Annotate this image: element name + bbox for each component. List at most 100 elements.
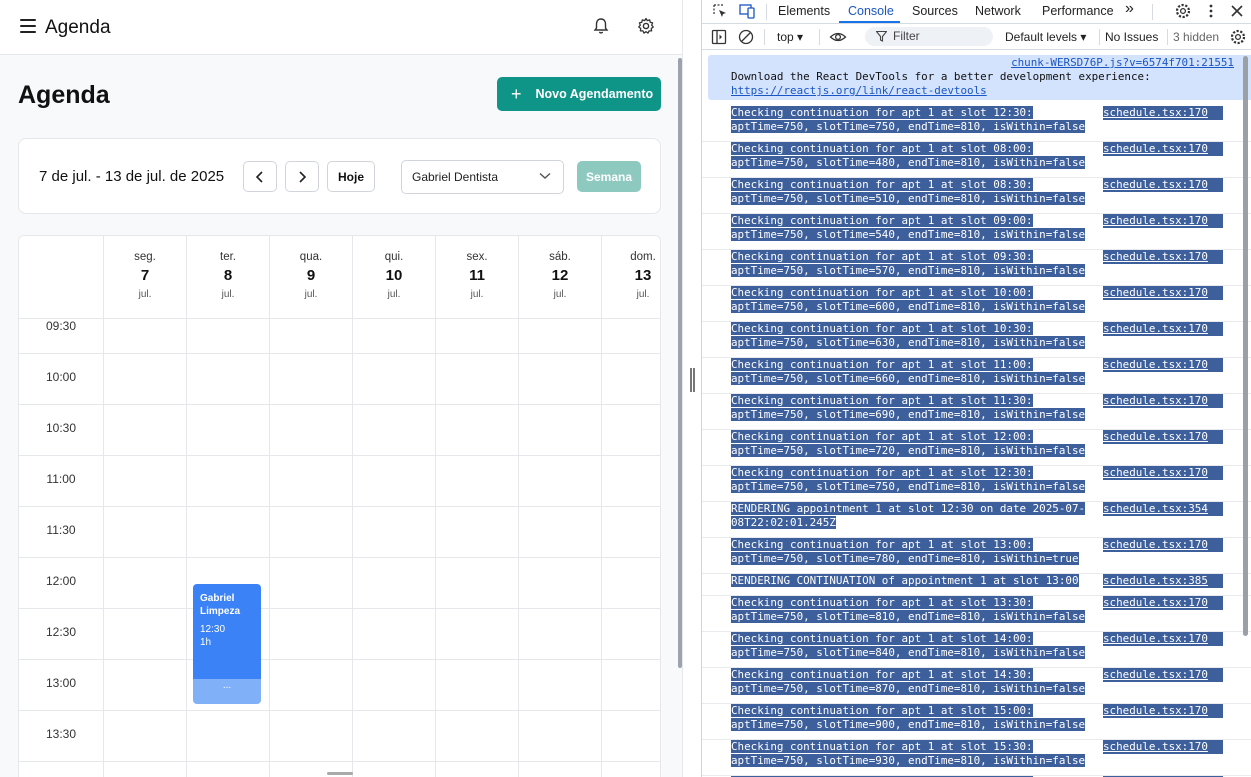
drag-handle-icon[interactable]	[690, 368, 695, 392]
day-month: jul.	[553, 289, 567, 300]
resize-handle[interactable]	[327, 772, 353, 775]
console-log-row: Checking continuation for apt 1 at slot …	[702, 322, 1251, 358]
log-message: Checking continuation for apt 1 at slot …	[731, 322, 1097, 350]
day-number: 11	[469, 267, 485, 284]
log-line-2: aptTime=750, slotTime=930, endTime=810, …	[731, 754, 1086, 767]
clear-console-icon[interactable]	[737, 28, 755, 46]
chevron-left-icon	[255, 170, 263, 183]
log-source-link[interactable]: schedule.tsx:385	[1103, 574, 1223, 588]
info-message: Download the React DevTools for a better…	[731, 70, 1151, 83]
log-message: Checking continuation for apt 1 at slot …	[731, 430, 1097, 458]
tab-network[interactable]: Network	[975, 4, 1021, 18]
log-source-link[interactable]: schedule.tsx:170	[1103, 178, 1223, 192]
time-slot-row[interactable]	[19, 711, 660, 762]
filter-placeholder: Filter	[893, 29, 920, 43]
calendar-grid: 09:30 10:00 10:30 11:00 11:30 12:00 12:30 13:00…	[19, 319, 660, 777]
appointment-continuation[interactable]: ...	[193, 679, 261, 704]
log-source-link[interactable]: schedule.tsx:354	[1103, 502, 1223, 516]
log-message: Checking continuation for apt 1 at slot …	[731, 142, 1097, 170]
log-line-2: aptTime=750, slotTime=840, endTime=810, …	[731, 646, 1086, 659]
device-toolbar-icon[interactable]	[738, 2, 756, 20]
day-name: sex.	[466, 251, 488, 263]
log-line-1: Checking continuation for apt 1 at slot …	[731, 466, 1033, 479]
time-label: 12:30	[45, 625, 77, 639]
log-source-link[interactable]: schedule.tsx:170	[1103, 740, 1223, 754]
log-message: Checking continuation for apt 1 at slot …	[731, 178, 1097, 206]
log-source-link[interactable]: schedule.tsx:170	[1103, 596, 1223, 610]
time-slot-row[interactable]	[19, 660, 660, 711]
console-log-row: Checking continuation for apt 1 at slot …	[702, 740, 1251, 776]
console-settings-icon[interactable]	[1229, 28, 1247, 46]
time-slot-row[interactable]	[19, 558, 660, 609]
console-output: chunk-WERSD76P.js?v=6574f701:21551 Downl…	[702, 50, 1251, 777]
console-filter-input[interactable]: Filter	[865, 27, 993, 46]
panel-divider[interactable]	[682, 0, 702, 777]
separator	[1167, 29, 1168, 45]
log-source-link[interactable]: schedule.tsx:170	[1103, 358, 1223, 372]
more-tabs-icon[interactable]: »	[1125, 0, 1134, 18]
log-line-1: Checking continuation for apt 1 at slot …	[731, 106, 1033, 119]
log-source-link[interactable]: schedule.tsx:170	[1103, 214, 1223, 228]
professional-select[interactable]: Gabriel Dentista	[401, 160, 564, 194]
appointment-title: Gabriel Limpeza	[200, 593, 241, 617]
log-source-link[interactable]: schedule.tsx:170	[1103, 466, 1223, 480]
log-source-link[interactable]: schedule.tsx:170	[1103, 632, 1223, 646]
console-scrollbar[interactable]	[1243, 56, 1248, 636]
log-line-1: RENDERING CONTINUATION of appointment 1 …	[731, 574, 1079, 587]
gear-icon[interactable]	[636, 16, 656, 36]
inspect-element-icon[interactable]	[711, 2, 729, 20]
log-message: Checking continuation for apt 1 at slot …	[731, 596, 1097, 624]
issues-button[interactable]: No Issues	[1105, 30, 1158, 44]
appointment-card[interactable]: Gabriel Limpeza 12:30 1h	[193, 584, 261, 679]
menu-icon[interactable]	[20, 19, 36, 33]
log-source-link[interactable]: schedule.tsx:170	[1103, 704, 1223, 718]
log-source-link[interactable]: schedule.tsx:170	[1103, 394, 1223, 408]
sidebar-toggle-icon[interactable]	[710, 28, 728, 46]
day-month: jul.	[636, 289, 650, 300]
kebab-menu-icon[interactable]	[1202, 2, 1220, 20]
console-info-message: chunk-WERSD76P.js?v=6574f701:21551 Downl…	[708, 55, 1251, 100]
console-log-row: Checking continuation for apt 1 at slot …	[702, 596, 1251, 632]
log-source-link[interactable]: schedule.tsx:170	[1103, 322, 1223, 336]
time-slot-row[interactable]	[19, 609, 660, 660]
week-view-button[interactable]: Semana	[577, 161, 641, 192]
time-label: 13:30	[45, 727, 77, 741]
today-button[interactable]: Hoje	[327, 161, 375, 192]
time-slot-row[interactable]	[19, 354, 660, 405]
time-slot-row[interactable]	[19, 303, 660, 354]
log-line-2: aptTime=750, slotTime=600, endTime=810, …	[731, 300, 1086, 313]
log-source-link[interactable]: schedule.tsx:170	[1103, 142, 1223, 156]
log-source-link[interactable]: schedule.tsx:170	[1103, 106, 1223, 120]
react-devtools-link[interactable]: https://reactjs.org/link/react-devtools	[731, 84, 1151, 98]
new-appointment-button[interactable]: + Novo Agendamento	[497, 77, 661, 111]
tab-console[interactable]: Console	[848, 4, 894, 18]
tab-performance[interactable]: Performance	[1042, 4, 1114, 18]
log-source-link[interactable]: schedule.tsx:170	[1103, 250, 1223, 264]
log-source-link[interactable]: schedule.tsx:170	[1103, 538, 1223, 552]
console-log-row: Checking continuation for apt 1 at slot …	[702, 286, 1251, 322]
log-source-link[interactable]: schedule.tsx:170	[1103, 430, 1223, 444]
tab-sources[interactable]: Sources	[912, 4, 958, 18]
time-slot-row[interactable]	[19, 456, 660, 507]
tab-elements[interactable]: Elements	[778, 4, 830, 18]
separator	[1152, 4, 1153, 20]
time-slot-row[interactable]	[19, 507, 660, 558]
log-line-1: Checking continuation for apt 1 at slot …	[731, 142, 1033, 155]
next-week-button[interactable]	[285, 161, 319, 192]
close-icon[interactable]	[1228, 2, 1246, 20]
eye-icon[interactable]	[829, 28, 847, 46]
time-slot-row[interactable]	[19, 405, 660, 456]
context-select[interactable]: top ▾	[777, 30, 803, 44]
info-text: Download the React DevTools for a better…	[731, 70, 1151, 98]
info-source-link[interactable]: chunk-WERSD76P.js?v=6574f701:21551	[1011, 56, 1234, 69]
time-label: 10:00	[45, 370, 77, 384]
log-message: Checking continuation for apt 1 at slot …	[731, 106, 1097, 134]
settings-gear-icon[interactable]	[1174, 2, 1192, 20]
time-label: 11:00	[46, 472, 76, 486]
log-source-link[interactable]: schedule.tsx:170	[1103, 668, 1223, 682]
log-line-1: Checking continuation for apt 1 at slot …	[731, 668, 1033, 681]
log-levels-select[interactable]: Default levels ▾	[1005, 30, 1086, 44]
prev-week-button[interactable]	[243, 161, 277, 192]
log-source-link[interactable]: schedule.tsx:170	[1103, 286, 1223, 300]
bell-icon[interactable]	[591, 16, 611, 36]
